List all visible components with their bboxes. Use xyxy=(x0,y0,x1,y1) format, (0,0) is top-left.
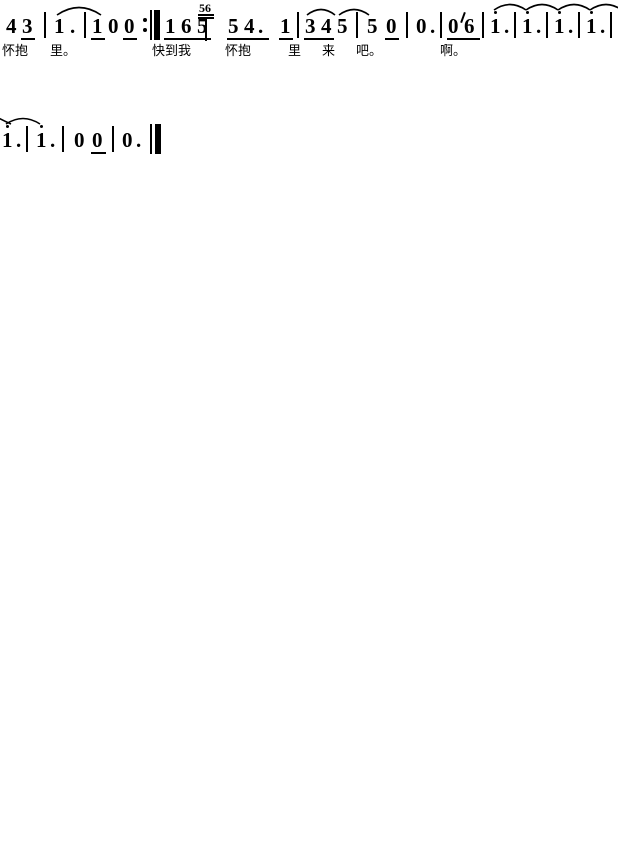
lyric-syllable: 怀抱 xyxy=(225,44,252,59)
duration-dot: . xyxy=(536,14,542,38)
duration-dot: . xyxy=(16,128,22,152)
duration-dot: . xyxy=(50,128,56,152)
note-head: 4 xyxy=(6,14,17,38)
note-head: 1 xyxy=(280,14,291,38)
duration-beam xyxy=(91,38,105,40)
note-head: 3 xyxy=(305,14,316,38)
grace-note: 56 xyxy=(199,1,211,15)
duration-beam xyxy=(91,152,106,154)
barline xyxy=(26,126,28,152)
repeat-thick-barline xyxy=(154,10,160,40)
note-head: 5 xyxy=(228,14,239,38)
note-head: 0 xyxy=(448,14,459,38)
grace-note-stem xyxy=(205,19,207,41)
lyric-syllable: 快到我 xyxy=(152,44,192,59)
note-head: 3 xyxy=(22,14,33,38)
barline xyxy=(610,12,612,38)
barline xyxy=(546,12,548,38)
note-head: 1 xyxy=(586,14,597,38)
barline xyxy=(482,12,484,38)
note-head: 1 xyxy=(165,14,176,38)
duration-dot: . xyxy=(600,14,606,38)
tie-arc-continuation xyxy=(589,3,618,11)
duration-beam xyxy=(304,38,334,40)
note-head: 0 xyxy=(386,14,397,38)
duration-beam xyxy=(447,38,480,40)
final-thick-barline xyxy=(155,124,161,154)
note-head: 1 xyxy=(36,128,47,152)
lyric-syllable: 啊。 xyxy=(440,44,467,59)
note-head: 0 xyxy=(122,128,133,152)
note-head: 6 xyxy=(181,14,192,38)
barline xyxy=(62,126,64,152)
barline xyxy=(297,12,299,38)
duration-beam xyxy=(385,38,399,40)
duration-dot: . xyxy=(430,14,436,38)
music-system-1: 4 3 1 . 1 0 0 1 6 5 56 5 4 . 1 3 4 5 5 0… xyxy=(0,0,618,62)
note-head: 1 xyxy=(554,14,565,38)
lyric-syllable: 里 xyxy=(288,44,302,59)
note-head: 1 xyxy=(2,128,13,152)
duration-beam xyxy=(227,38,269,40)
duration-beam xyxy=(279,38,293,40)
lyric-syllable: 来 xyxy=(322,44,336,59)
barline xyxy=(578,12,580,38)
note-head: 0 xyxy=(92,128,103,152)
note-head: 1 xyxy=(54,14,65,38)
repeat-thin-barline xyxy=(150,10,152,40)
duration-beam xyxy=(164,38,211,40)
jianpu-score-sheet: 4 3 1 . 1 0 0 1 6 5 56 5 4 . 1 3 4 5 5 0… xyxy=(0,0,618,853)
tie-arc xyxy=(557,3,591,11)
duration-beam xyxy=(21,38,35,40)
barline xyxy=(112,126,114,152)
note-head: 4 xyxy=(244,14,255,38)
tie-arc xyxy=(5,117,41,125)
note-head: 0 xyxy=(416,14,427,38)
duration-dot: . xyxy=(136,128,142,152)
note-head: 5 xyxy=(367,14,378,38)
tie-arc xyxy=(525,3,559,11)
duration-dot: . xyxy=(568,14,574,38)
lyric-syllable: 里。 xyxy=(50,44,77,59)
note-head: 1 xyxy=(490,14,501,38)
barline xyxy=(44,12,46,38)
duration-dot: . xyxy=(504,14,510,38)
note-head: 6 xyxy=(464,14,475,38)
note-head: 5 xyxy=(337,14,348,38)
duration-dot: . xyxy=(70,14,76,38)
final-thin-barline xyxy=(150,124,152,154)
repeat-dot-lower xyxy=(143,28,147,32)
note-head: 1 xyxy=(522,14,533,38)
note-head: 1 xyxy=(92,14,103,38)
note-head: 0 xyxy=(124,14,135,38)
music-system-2: 1 . 1 . 0 0 0 . xyxy=(0,114,618,176)
lyric-syllable: 怀抱 xyxy=(2,44,29,59)
slur-arc xyxy=(338,8,370,16)
barline xyxy=(514,12,516,38)
note-head: 4 xyxy=(321,14,332,38)
barline xyxy=(84,12,86,38)
grace-note-beam xyxy=(198,14,214,16)
slur-arc xyxy=(306,8,336,16)
barline xyxy=(406,12,408,38)
duration-beam xyxy=(123,38,137,40)
lyric-syllable: 吧。 xyxy=(356,44,383,59)
barline xyxy=(440,12,442,38)
repeat-dot-upper xyxy=(143,18,147,22)
tie-arc xyxy=(493,3,527,11)
note-head: 0 xyxy=(74,128,85,152)
note-head: 0 xyxy=(108,14,119,38)
duration-dot: . xyxy=(258,14,264,38)
